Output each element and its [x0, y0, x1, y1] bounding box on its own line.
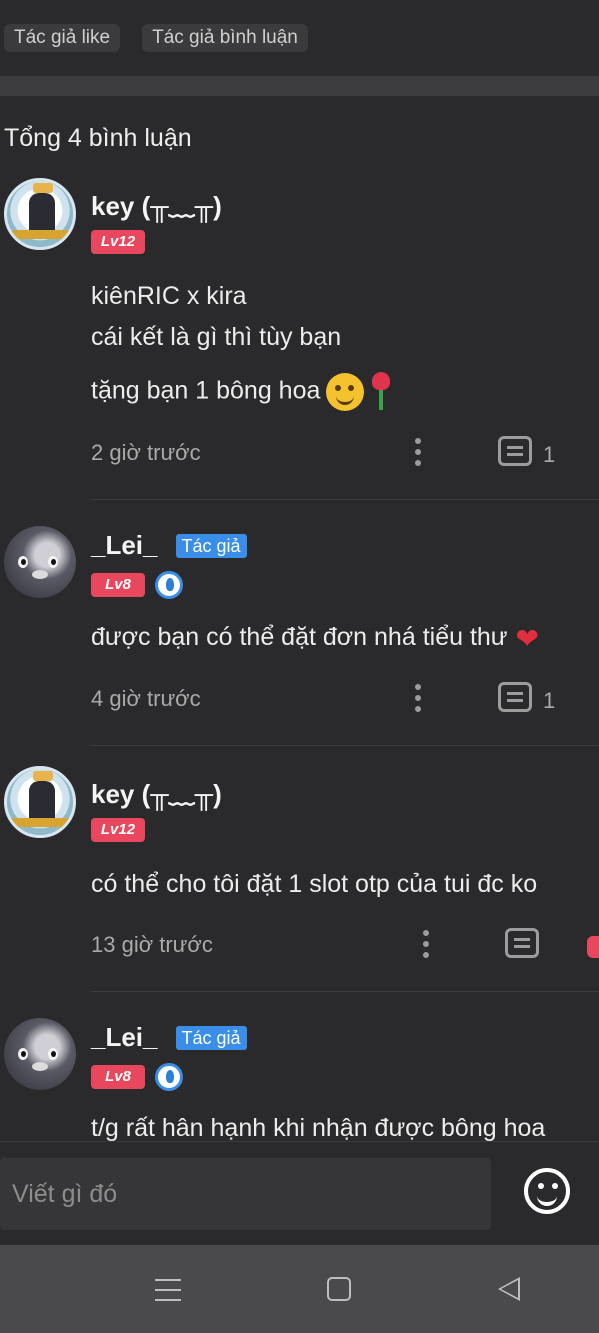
comment-icon[interactable] [498, 436, 532, 466]
author-tag: Tác giả [175, 1025, 247, 1050]
avatar[interactable] [4, 766, 76, 838]
avatar-eye [18, 556, 28, 568]
name-row: key (╥﹏╥) [91, 186, 222, 223]
crown-decoration [33, 183, 53, 193]
more-vertical-icon[interactable] [415, 684, 421, 714]
avatar-eye [48, 1048, 58, 1060]
timestamp: 13 giờ trước [91, 932, 213, 957]
username[interactable]: _Lei_ [91, 530, 158, 561]
reply-count: 1 [543, 688, 556, 713]
total-comments: Tổng 4 bình luận [4, 124, 192, 152]
username[interactable]: _Lei_ [91, 1022, 158, 1053]
back-icon[interactable] [498, 1277, 520, 1301]
avatar-eye [48, 556, 58, 568]
more-vertical-icon[interactable] [415, 438, 421, 468]
rose-icon [370, 372, 392, 412]
menu-icon[interactable] [155, 1279, 181, 1301]
avatar-beak [32, 1062, 48, 1071]
username[interactable]: key (╥﹏╥) [91, 774, 222, 811]
name-row: key (╥﹏╥) [91, 774, 222, 811]
level-row: Lv12 [91, 230, 145, 254]
filter-author-comment[interactable]: Tác giả bình luận [142, 24, 308, 52]
comment-line: t/g rất hân hạnh khi nhận được bông hoa [91, 1114, 546, 1142]
username[interactable]: key (╥﹏╥) [91, 186, 222, 223]
reply-count: 1 [543, 442, 556, 467]
like-icon[interactable] [587, 936, 599, 958]
comment-input[interactable]: Viết gì đó [0, 1158, 491, 1230]
level-badge: Lv12 [91, 230, 145, 254]
comment-meta: 2 giờ trước 1 [91, 436, 599, 470]
filter-chips: Tác giả like Tác giả bình luận [4, 24, 308, 52]
comment-separator [91, 499, 599, 500]
filter-author-like[interactable]: Tác giả like [4, 24, 121, 52]
avatar[interactable] [4, 526, 76, 598]
verified-badge-icon [155, 571, 183, 599]
level-badge: Lv8 [91, 573, 145, 597]
avatar[interactable] [4, 1018, 76, 1090]
author-tag: Tác giả [175, 533, 247, 558]
home-icon[interactable] [327, 1277, 351, 1301]
level-badge: Lv12 [91, 818, 145, 842]
avatar-beak [32, 570, 48, 579]
level-row: Lv8 [91, 571, 183, 599]
comment-line: cái kết là gì thì tùy bạn [91, 323, 342, 351]
input-placeholder: Viết gì đó [12, 1180, 118, 1208]
comment-icon[interactable] [505, 928, 539, 958]
crown-decoration [33, 771, 53, 781]
avatar-banner [11, 818, 73, 827]
timestamp: 4 giờ trước [91, 686, 201, 711]
emoji-icon[interactable] [524, 1168, 570, 1214]
comment-line: tặng bạn 1 bông hoa [91, 376, 321, 405]
comment-line: kiênRIC x kira [91, 282, 247, 310]
avatar[interactable] [4, 178, 76, 250]
heart-icon: ❤ [515, 623, 539, 654]
comment-line-with-emoji: tặng bạn 1 bông hoa [91, 372, 392, 412]
smiling-face-icon [326, 373, 365, 411]
system-nav-bar [0, 1245, 599, 1333]
section-divider [0, 76, 599, 96]
more-vertical-icon[interactable] [423, 930, 429, 960]
comment-line-with-emoji: được bạn có thể đặt đơn nhá tiểu thư ❤ [91, 622, 539, 655]
avatar-eye [18, 1048, 28, 1060]
verified-badge-icon [155, 1063, 183, 1091]
comment-icon[interactable] [498, 682, 532, 712]
avatar-banner [11, 230, 73, 239]
name-row: _Lei_ Tác giả [91, 1022, 247, 1053]
timestamp: 2 giờ trước [91, 440, 201, 465]
comment-separator [91, 745, 599, 746]
comment-line: có thể cho tôi đặt 1 slot otp của tui đc… [91, 870, 538, 898]
comment-input-bar: Viết gì đó [0, 1141, 599, 1245]
comment-meta: 4 giờ trước 1 [91, 682, 599, 716]
comment-line: được bạn có thể đặt đơn nhá tiểu thư [91, 623, 508, 652]
level-row: Lv12 [91, 818, 145, 842]
name-row: _Lei_ Tác giả [91, 530, 247, 561]
comment-meta: 13 giờ trước [91, 928, 599, 962]
level-row: Lv8 [91, 1063, 183, 1091]
comment-separator [91, 991, 599, 992]
level-badge: Lv8 [91, 1065, 145, 1089]
